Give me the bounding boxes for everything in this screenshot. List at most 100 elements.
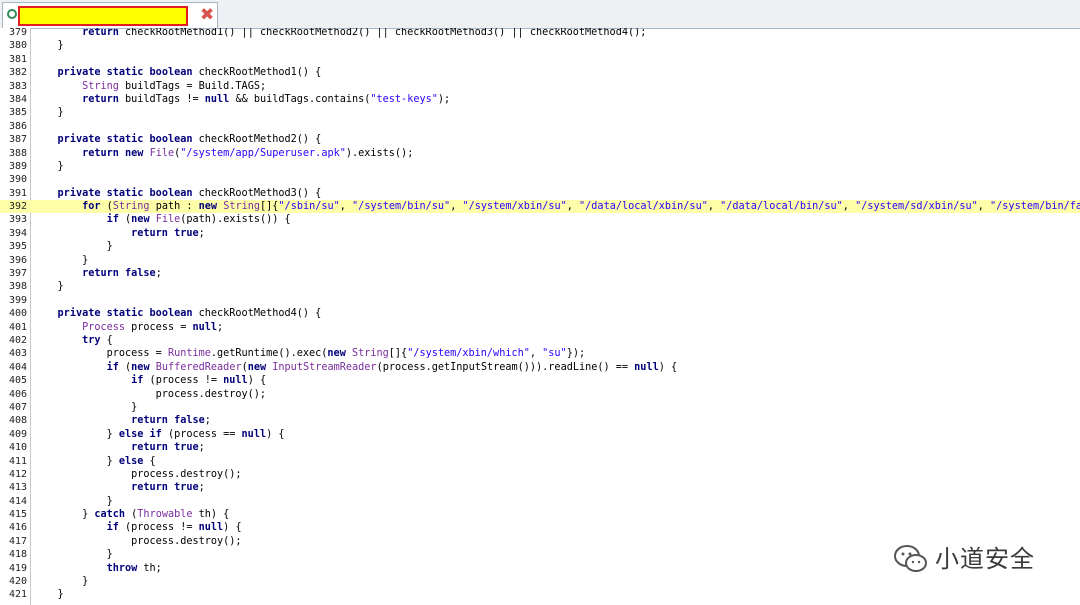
code-text: process.destroy();	[33, 535, 242, 547]
code-text: return false;	[82, 268, 162, 280]
code-line[interactable]: 421 }	[0, 588, 1080, 601]
code-text: if (new File(path).exists()) {	[106, 214, 291, 226]
code-line[interactable]: 390	[0, 173, 1080, 186]
line-number: 398	[8, 281, 27, 293]
watermark-text: 小道安全	[935, 545, 1035, 573]
line-number: 387	[8, 134, 27, 146]
code-line[interactable]: 392 for (String path : new String[]{"/sb…	[0, 200, 1080, 214]
line-number: 393	[8, 214, 27, 226]
code-line[interactable]: 401 Process process = null;	[0, 321, 1080, 334]
code-line[interactable]: 388 return new File("/system/app/Superus…	[0, 147, 1080, 160]
code-text: }	[33, 576, 89, 588]
code-text: process.destroy();	[33, 468, 242, 480]
code-line[interactable]: 391 private static boolean checkRootMeth…	[0, 187, 1080, 200]
code-editor[interactable]: 379 return checkRootMethod1() || checkRo…	[0, 28, 1080, 605]
code-text: if (process != null) {	[131, 375, 267, 387]
code-line[interactable]: 383 String buildTags = Build.TAGS;	[0, 80, 1080, 93]
code-text: return true;	[131, 482, 205, 494]
code-line[interactable]: 415 } catch (Throwable th) {	[0, 508, 1080, 521]
line-number: 402	[8, 334, 27, 346]
line-number: 420	[8, 576, 27, 588]
code-text: }	[33, 241, 113, 253]
code-text: } catch (Throwable th) {	[33, 509, 230, 521]
code-line[interactable]: 414 }	[0, 495, 1080, 508]
code-line[interactable]: 402 try {	[0, 334, 1080, 347]
line-number: 391	[8, 187, 27, 199]
code-text: if (new BufferedReader(new InputStreamRe…	[106, 361, 678, 373]
code-line[interactable]: 393 if (new File(path).exists()) {	[0, 213, 1080, 226]
code-text: } else {	[33, 455, 156, 467]
code-line[interactable]: 389 }	[0, 160, 1080, 173]
code-text: }	[33, 589, 64, 601]
line-number: 389	[8, 160, 27, 172]
code-line[interactable]: 394 return true;	[0, 227, 1080, 240]
code-line[interactable]: 409 } else if (process == null) {	[0, 428, 1080, 441]
code-line[interactable]: 420 }	[0, 575, 1080, 588]
code-line[interactable]: 386	[0, 120, 1080, 133]
line-number: 416	[8, 522, 27, 534]
code-text: }	[33, 107, 64, 119]
code-text: process = Runtime.getRuntime().exec(new …	[33, 348, 586, 360]
code-line[interactable]: 416 if (process != null) {	[0, 521, 1080, 534]
code-line[interactable]: 407 }	[0, 401, 1080, 414]
line-number: 404	[8, 361, 27, 373]
code-text: }	[33, 495, 113, 507]
code-line[interactable]: 397 return false;	[0, 267, 1080, 280]
code-line[interactable]: 380 }	[0, 39, 1080, 52]
code-line[interactable]: 413 return true;	[0, 481, 1080, 494]
line-number: 380	[8, 40, 27, 52]
code-line[interactable]: 408 return false;	[0, 414, 1080, 427]
code-line[interactable]: 395 }	[0, 240, 1080, 253]
code-line[interactable]: 412 process.destroy();	[0, 468, 1080, 481]
code-line[interactable]: 379 return checkRootMethod1() || checkRo…	[0, 28, 1080, 39]
code-line[interactable]: 406 process.destroy();	[0, 388, 1080, 401]
line-number: 412	[8, 468, 27, 480]
close-tab-icon[interactable]: ✖	[200, 5, 214, 25]
code-line[interactable]: 382 private static boolean checkRootMeth…	[0, 66, 1080, 79]
code-text: }	[33, 549, 113, 561]
line-number: 421	[8, 589, 27, 601]
code-text: String buildTags = Build.TAGS;	[82, 80, 267, 92]
code-text: }	[33, 401, 138, 413]
code-line[interactable]: 385 }	[0, 106, 1080, 119]
line-number: 413	[8, 482, 27, 494]
code-text: for (String path : new String[]{"/sbin/s…	[82, 201, 1080, 213]
editor-tab[interactable]: ✖	[2, 2, 218, 28]
code-line[interactable]: 384 return buildTags != null && buildTag…	[0, 93, 1080, 106]
code-line[interactable]: 404 if (new BufferedReader(new InputStre…	[0, 361, 1080, 374]
code-text: return checkRootMethod1() || checkRootMe…	[82, 28, 647, 38]
code-line[interactable]: 387 private static boolean checkRootMeth…	[0, 133, 1080, 146]
code-text: return true;	[131, 442, 205, 454]
code-text: Process process = null;	[82, 321, 224, 333]
code-text: private static boolean checkRootMethod4(…	[57, 308, 322, 320]
line-number: 384	[8, 93, 27, 105]
code-text: try {	[82, 334, 113, 346]
code-line[interactable]: 398 }	[0, 280, 1080, 293]
line-number: 403	[8, 348, 27, 360]
line-number: 411	[8, 455, 27, 467]
watermark: 小道安全	[893, 542, 1053, 576]
line-number: 390	[8, 174, 27, 186]
line-number: 385	[8, 107, 27, 119]
code-line[interactable]: 381	[0, 53, 1080, 66]
code-line[interactable]: 399	[0, 294, 1080, 307]
code-text: }	[33, 254, 89, 266]
code-text: private static boolean checkRootMethod2(…	[57, 134, 322, 146]
code-line[interactable]: 405 if (process != null) {	[0, 374, 1080, 387]
code-line[interactable]: 400 private static boolean checkRootMeth…	[0, 307, 1080, 320]
line-number: 394	[8, 227, 27, 239]
code-text: process.destroy();	[33, 388, 267, 400]
code-text: }	[33, 160, 64, 172]
editor-tab-bar: ✖	[0, 0, 1080, 29]
tab-label-redacted[interactable]	[18, 6, 188, 26]
line-number: 392	[8, 201, 27, 213]
code-text: throw th;	[106, 562, 162, 574]
line-number: 401	[8, 321, 27, 333]
line-number: 395	[8, 241, 27, 253]
code-line[interactable]: 403 process = Runtime.getRuntime().exec(…	[0, 347, 1080, 360]
line-number: 400	[8, 308, 27, 320]
code-line[interactable]: 411 } else {	[0, 455, 1080, 468]
code-text: return buildTags != null && buildTags.co…	[82, 93, 451, 105]
code-line[interactable]: 396 }	[0, 254, 1080, 267]
code-line[interactable]: 410 return true;	[0, 441, 1080, 454]
